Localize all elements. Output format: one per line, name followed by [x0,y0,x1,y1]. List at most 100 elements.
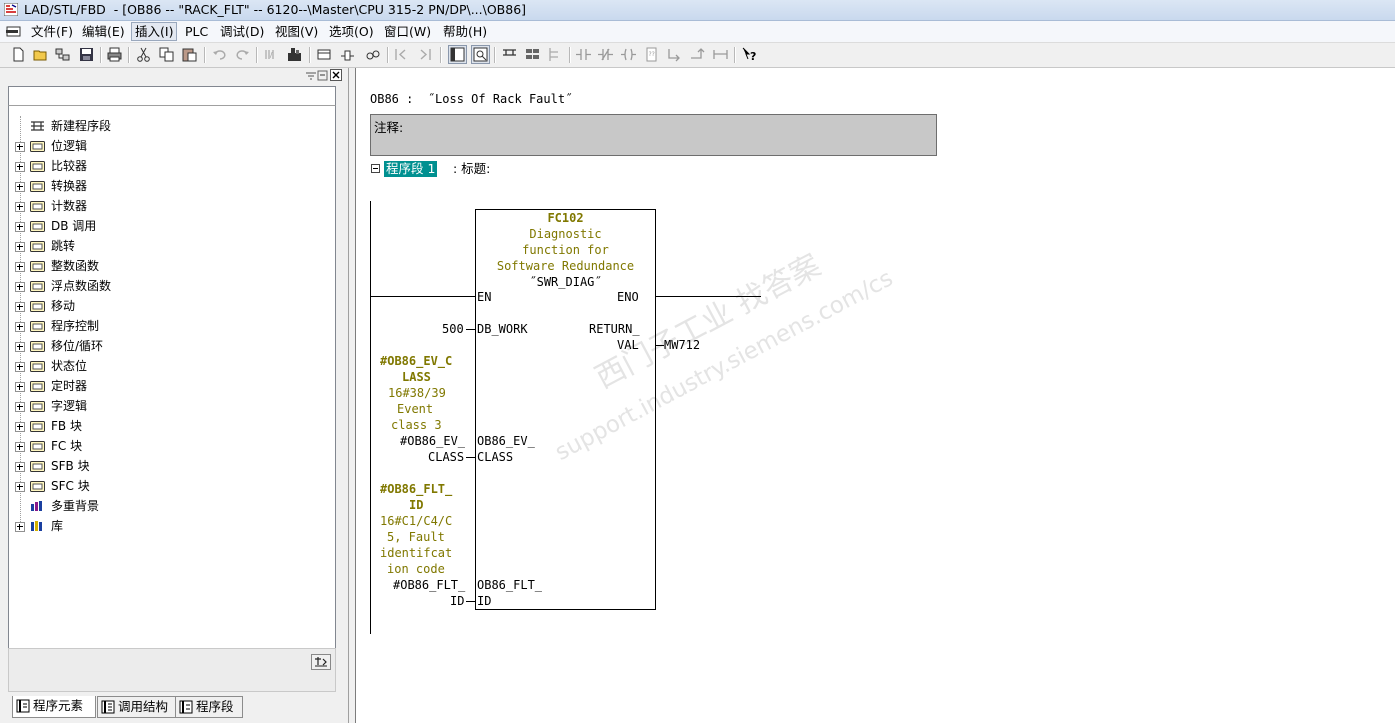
box-icon[interactable]: ?? [643,46,660,63]
contact-no-icon[interactable] [575,46,592,63]
expand-icon[interactable] [15,402,25,412]
rung-branch-icon[interactable] [501,46,518,63]
toolbar: / ?? ? [0,43,1395,68]
ladder-icon[interactable] [547,46,564,63]
menu-debug[interactable]: 调试(D) [217,23,267,40]
collapse-icon[interactable] [371,164,380,173]
tree-item-label: FB 块 [51,419,82,433]
contact-nc-icon[interactable] [597,46,614,63]
module-info-icon[interactable] [286,46,303,63]
network-rename-icon[interactable] [364,46,381,63]
ev-class-operand[interactable]: CLASS [428,450,464,464]
flt-id-symbol: ID [409,498,424,512]
paste-icon[interactable] [181,46,198,63]
redo-icon[interactable] [234,46,251,63]
tree-item-label: 多重背景 [51,499,100,513]
fc-symbol-name: ˝SWR_DIAG˝ [529,275,602,289]
fc-name[interactable]: FC102 [475,211,656,225]
expand-icon[interactable] [15,182,25,192]
expand-icon[interactable] [15,202,25,212]
lad-editor[interactable]: OB86 : ˝Loss Of Rack Fault˝ 注释: 程序段 1 : … [355,68,1395,723]
expand-icon[interactable] [15,362,25,372]
expand-icon[interactable] [15,482,25,492]
expand-icon[interactable] [15,262,25,272]
pin-return-val-2: VAL [617,338,639,352]
expand-icon[interactable] [15,382,25,392]
new-icon[interactable] [10,46,27,63]
toolbar-separator [256,47,258,63]
expand-icon[interactable] [15,522,25,532]
expand-icon[interactable] [15,322,25,332]
expand-icon[interactable] [15,342,25,352]
window-icon[interactable] [316,46,333,63]
tree-item-label: 定时器 [51,379,88,393]
expand-icon[interactable] [15,282,25,292]
flt-id-operand[interactable]: ID [450,594,464,608]
expand-icon[interactable] [15,242,25,252]
return-val-operand[interactable]: MW712 [664,338,700,352]
menu-view[interactable]: 视图(V) [272,23,321,40]
table-icon[interactable] [524,46,541,63]
tab-networks[interactable]: 程序段 [175,696,243,718]
expand-icon[interactable] [15,462,25,472]
counter-icon [30,201,45,212]
save-icon[interactable] [78,46,95,63]
details-icon[interactable] [471,45,490,64]
print-icon[interactable] [106,46,123,63]
open-icon[interactable] [32,46,49,63]
nav-forward-icon[interactable] [416,46,433,63]
fc-desc-line: Diagnostic [529,227,602,241]
sfb-block-icon [30,461,45,472]
pin-eno: ENO [617,290,639,304]
expand-icon[interactable] [15,222,25,232]
nav-back-icon[interactable] [393,46,410,63]
help-icon[interactable]: ? [741,46,758,63]
menu-file[interactable]: 文件(F) [28,23,76,40]
menu-options[interactable]: 选项(O) [326,23,377,40]
menu-window[interactable]: 窗口(W) [381,23,434,40]
connection-icon[interactable] [712,46,729,63]
flt-id-operand[interactable]: #OB86_FLT_ [393,578,465,592]
network-number[interactable]: 程序段 1 [384,161,438,177]
overview-icon[interactable] [448,45,467,64]
monitor-icon[interactable]: / [263,46,280,63]
expand-icon[interactable] [15,162,25,172]
tree-item-label: 转换器 [51,179,88,193]
document-menu-icon[interactable] [6,25,22,38]
cut-icon[interactable] [135,46,152,63]
window-title: LAD/STL/FBD - [OB86 -- "RACK_FLT" -- 612… [24,2,527,17]
network-icon[interactable] [339,46,356,63]
branch-open-icon[interactable] [666,46,683,63]
ev-class-operand[interactable]: #OB86_EV_ [400,434,465,448]
expand-icon[interactable] [15,142,25,152]
undo-icon[interactable] [211,46,228,63]
integer-math-icon [30,261,45,272]
move-icon [30,301,45,312]
insert-element-icon[interactable] [311,654,331,670]
menu-plc[interactable]: PLC [182,23,211,40]
branch-close-icon[interactable] [689,46,706,63]
block-header: OB86 : ˝Loss Of Rack Fault˝ [370,92,573,106]
tab-program-elements[interactable]: 程序元素 [12,696,96,718]
panel-splitter[interactable] [348,68,355,723]
accessible-nodes-icon[interactable] [54,46,71,63]
tree-item-label: 比较器 [51,159,88,173]
coil-icon[interactable] [620,46,637,63]
expand-icon[interactable] [15,302,25,312]
panel-options-icon[interactable] [304,70,330,81]
menu-help[interactable]: 帮助(H) [440,23,490,40]
menu-insert[interactable]: 插入(I) [131,22,178,41]
flt-id-comment: 5, Fault [387,530,445,544]
network-title[interactable]: : 标题: [453,161,490,177]
program-elements-tree[interactable]: 新建程序段 位逻辑 比较器 转换器 计数器 DB 调用 跳转 整数函数 浮点数函数 移动 程序控制移… [8,106,336,687]
db-work-operand[interactable]: 500 [442,322,464,336]
menu-edit[interactable]: 编辑(E) [79,23,128,40]
copy-icon[interactable] [158,46,175,63]
svg-text:?: ? [750,50,756,63]
block-comment[interactable]: 注释: [370,114,937,156]
close-icon[interactable] [330,69,342,81]
expand-icon[interactable] [15,442,25,452]
pin-stub [655,345,664,346]
tab-call-structure[interactable]: 调用结构 [97,696,176,718]
expand-icon[interactable] [15,422,25,432]
